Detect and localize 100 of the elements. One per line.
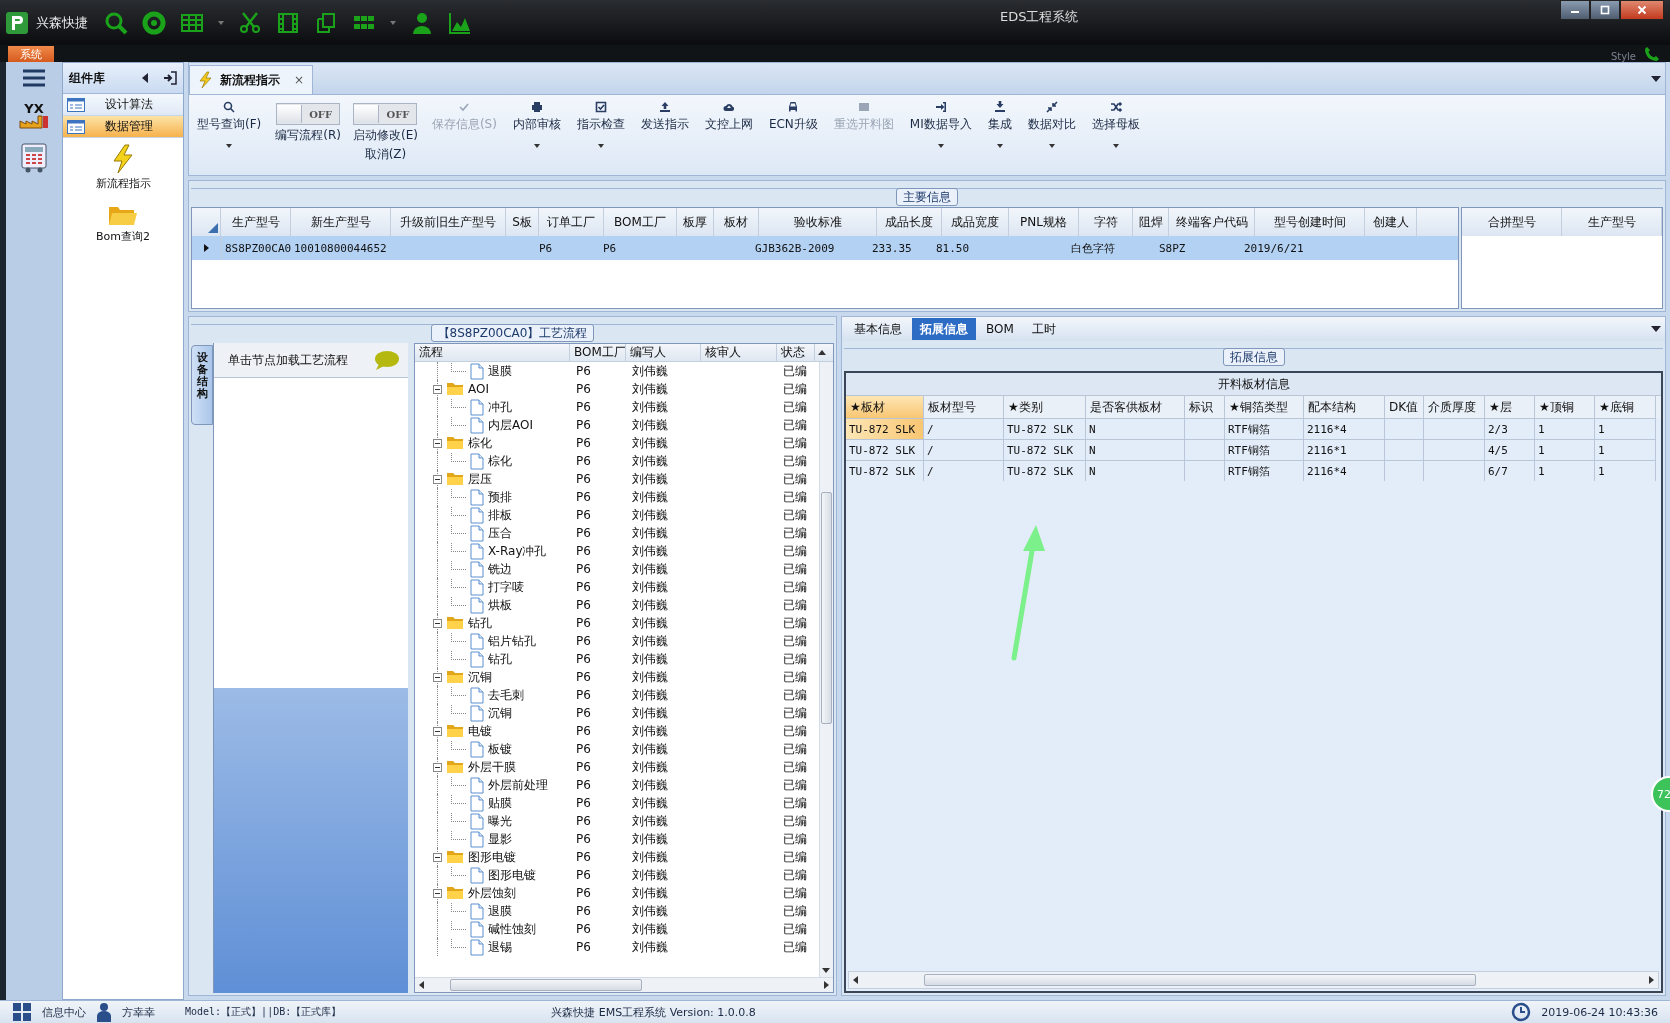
column-header[interactable]: ★底铜	[1595, 396, 1656, 418]
column-header[interactable]: 生产型号	[1562, 208, 1662, 236]
toolbar-button[interactable]: 发送指示	[638, 99, 691, 135]
column-header[interactable]: 板材型号	[924, 396, 1004, 418]
collapse-icon[interactable]	[433, 474, 442, 484]
calculator-icon[interactable]	[20, 143, 48, 173]
horizontal-scrollbar[interactable]	[848, 971, 1659, 989]
tab[interactable]: 基本信息	[846, 318, 910, 340]
caret-icon[interactable]	[218, 19, 224, 26]
tree-node[interactable]: 显影	[488, 830, 512, 848]
column-header[interactable]: ★顶铜	[1535, 396, 1595, 418]
tree-node[interactable]: 外层蚀刻	[468, 884, 516, 902]
column-header[interactable]: ★层	[1485, 396, 1535, 418]
toolbar-button[interactable]: MI数据导入	[907, 99, 974, 150]
toolbar-button[interactable]: 内部审核	[510, 99, 563, 150]
close-icon[interactable]: ×	[294, 73, 305, 87]
column-header[interactable]: 流程	[415, 344, 570, 361]
scroll-right-icon[interactable]	[824, 981, 829, 989]
toolbar-button[interactable]: 文控上网	[702, 99, 755, 135]
column-header[interactable]: 编写人	[626, 344, 701, 361]
column-header[interactable]: 介质厚度	[1424, 396, 1485, 418]
tree-node[interactable]: 沉铜	[468, 668, 492, 686]
column-header[interactable]: 合拼型号	[1462, 208, 1562, 236]
film-icon[interactable]	[276, 10, 300, 35]
toolbar-button[interactable]: 指示检查	[574, 99, 627, 150]
column-header[interactable]: ★类别	[1004, 396, 1086, 418]
tree-node[interactable]: 预排	[488, 488, 512, 506]
collapse-icon[interactable]	[433, 618, 442, 628]
scroll-down-icon[interactable]	[822, 968, 830, 973]
person-icon[interactable]	[410, 10, 434, 35]
collapse-icon[interactable]	[433, 762, 442, 772]
column-header[interactable]: ★铜箔类型	[1225, 396, 1304, 418]
tree-node[interactable]: 钻孔	[468, 614, 492, 632]
tree-node[interactable]: X-Ray冲孔	[488, 542, 547, 560]
column-header[interactable]: BOM工厂	[570, 344, 626, 361]
tree-node[interactable]: 碱性蚀刻	[488, 920, 536, 938]
tree-node[interactable]: 烘板	[488, 596, 512, 614]
horizontal-scrollbar[interactable]	[415, 977, 833, 992]
scroll-left-icon[interactable]	[853, 976, 858, 984]
sidebar-item[interactable]: 数据管理	[63, 116, 183, 138]
tree-node[interactable]: AOI	[468, 382, 489, 396]
collapse-icon[interactable]	[433, 672, 442, 682]
toggle-switch[interactable]: OFF	[353, 103, 418, 125]
column-header[interactable]: 配本结构	[1304, 396, 1385, 418]
tree-node[interactable]: 外层前处理	[488, 776, 548, 794]
vertical-scrollbar[interactable]	[819, 362, 833, 977]
tree-node[interactable]: 退膜	[488, 902, 512, 920]
tab[interactable]: BOM	[978, 318, 1022, 340]
tree-node[interactable]: 铝片钻孔	[488, 632, 536, 650]
tree-node[interactable]: 退膜	[488, 362, 512, 380]
menu-icon[interactable]	[22, 68, 46, 88]
minimize-button[interactable]	[1560, 0, 1590, 20]
caret-icon[interactable]	[390, 19, 396, 26]
column-header[interactable]: ★板材	[846, 396, 924, 418]
column-header[interactable]: 状态	[777, 344, 815, 361]
toolbar-button[interactable]: 集成	[985, 99, 1014, 150]
column-header[interactable]: 是否客供板材	[1086, 396, 1185, 418]
tree-node[interactable]: 电镀	[468, 722, 492, 740]
tree-node[interactable]: 图形电镀	[488, 866, 536, 884]
tree-node[interactable]: 沉铜	[488, 704, 512, 722]
collapse-icon[interactable]	[433, 852, 442, 862]
column-header[interactable]: DK值	[1385, 396, 1424, 418]
tab[interactable]: 工时	[1023, 318, 1064, 340]
copy-icon[interactable]	[314, 10, 338, 35]
phone-icon[interactable]	[1644, 45, 1660, 62]
collapse-icon[interactable]	[433, 888, 442, 898]
toolbar-button[interactable]: 选择母板	[1089, 99, 1142, 150]
toggle-switch[interactable]: OFF	[276, 103, 341, 125]
tiles-icon[interactable]	[12, 1002, 32, 1022]
scroll-left-icon[interactable]	[419, 981, 424, 989]
dropdown-icon[interactable]	[1651, 75, 1661, 82]
collapse-icon[interactable]	[433, 384, 442, 394]
chart-icon[interactable]	[448, 10, 472, 35]
tree-node[interactable]: 板镀	[488, 740, 512, 758]
toolbar-button[interactable]: 编写流程(R)	[275, 127, 341, 144]
tree-node[interactable]: 打字唛	[488, 578, 524, 596]
document-tab[interactable]: 新流程指示 ×	[189, 65, 314, 94]
tree-node[interactable]: 内层AOI	[488, 416, 533, 434]
scroll-right-icon[interactable]	[1649, 976, 1654, 984]
style-label[interactable]: Style	[1610, 51, 1636, 62]
toolbar-button[interactable]: ECN升级	[766, 99, 820, 135]
tree-node[interactable]: 棕化	[468, 434, 492, 452]
tree-node[interactable]: 贴膜	[488, 794, 512, 812]
scroll-up-icon[interactable]	[818, 350, 826, 355]
sidebar-item[interactable]: 设计算法	[63, 94, 183, 116]
close-button[interactable]	[1620, 0, 1664, 20]
lifebuoy-icon[interactable]	[142, 10, 166, 35]
toolbar-button[interactable]: 启动修改(E)	[352, 127, 418, 144]
tree-node[interactable]: 压合	[488, 524, 512, 542]
sidebar-item[interactable]: Bom查询2	[63, 197, 183, 250]
tab[interactable]: 拓展信息	[912, 318, 976, 340]
column-header[interactable]: 核审人	[701, 344, 777, 361]
sidebar-item[interactable]: 新流程指示	[63, 138, 183, 197]
tree-node[interactable]: 钻孔	[488, 650, 512, 668]
collapse-icon[interactable]	[141, 73, 149, 83]
dropdown-icon[interactable]	[1651, 326, 1661, 332]
tree-node[interactable]: 冲孔	[488, 398, 512, 416]
maximize-button[interactable]	[1590, 0, 1620, 20]
vertical-tab[interactable]: 设备结构	[191, 345, 213, 425]
tree-node[interactable]: 排板	[488, 506, 512, 524]
